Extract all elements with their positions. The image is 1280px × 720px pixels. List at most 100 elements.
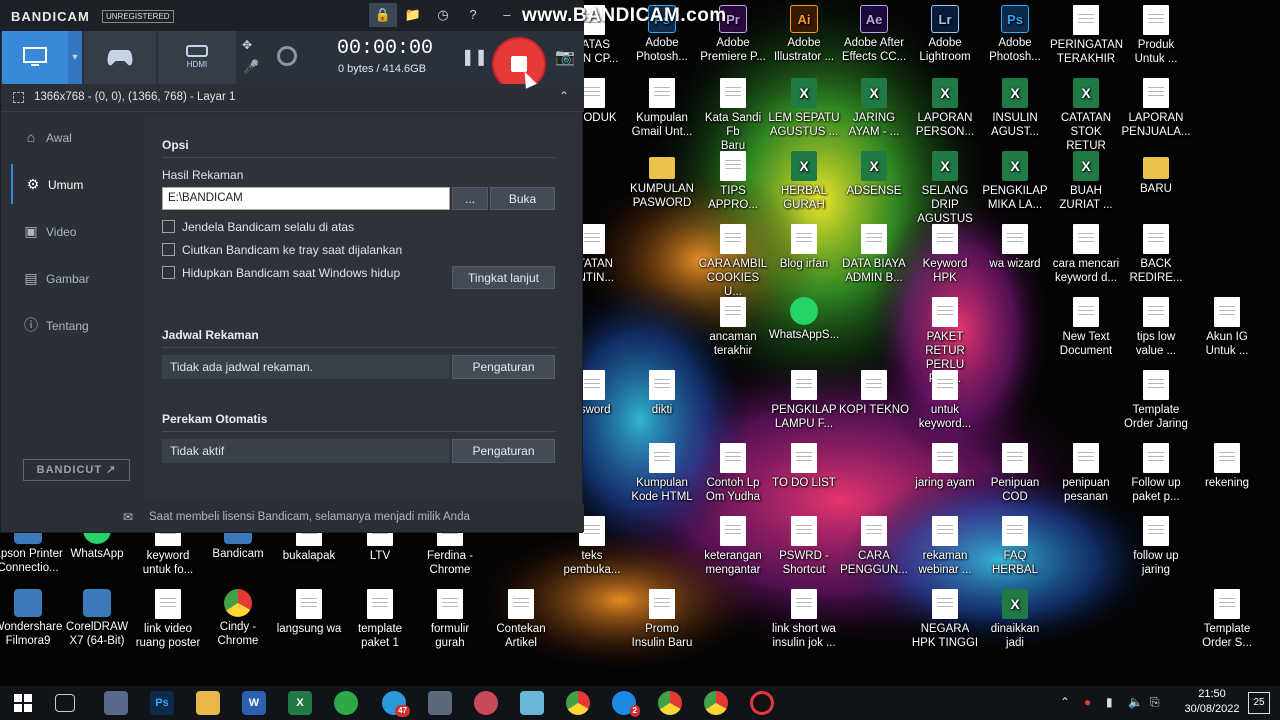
battery-icon[interactable]: ▮ bbox=[1106, 695, 1113, 709]
notification-center-button[interactable]: 25 bbox=[1248, 692, 1270, 714]
desktop-icon[interactable]: cara mencari keyword d... bbox=[1050, 224, 1122, 285]
mode-dropdown-button[interactable]: ▼ bbox=[68, 31, 82, 84]
word-taskbar-icon[interactable]: W bbox=[242, 691, 266, 715]
language-icon[interactable]: ⎘ bbox=[1150, 695, 1160, 710]
desktop-icon[interactable]: PSWRD - Shortcut bbox=[768, 516, 840, 577]
bandicam-taskbar-icon[interactable] bbox=[750, 691, 774, 715]
desktop-icon[interactable]: template paket 1 bbox=[344, 589, 416, 650]
hdmi-mode-button[interactable]: HDMI bbox=[158, 31, 236, 84]
bandicam-titlebar[interactable]: BANDICAM UNREGISTERED 🔒 📁 ◷ ? – bbox=[1, 1, 584, 31]
webcam-icon[interactable] bbox=[277, 46, 297, 66]
lock-icon[interactable]: 🔒 bbox=[369, 3, 397, 27]
desktop-icon[interactable]: LAPORAN PENJUALA... bbox=[1120, 78, 1192, 139]
desktop-icon[interactable]: WhatsAppS... bbox=[768, 297, 840, 342]
cursor-settings-icon[interactable]: ✥ bbox=[242, 38, 252, 52]
file-explorer-icon[interactable] bbox=[196, 691, 220, 715]
folder-icon[interactable]: 📁 bbox=[399, 3, 427, 27]
sidebar-item-gambar[interactable]: ▤ Gambar bbox=[11, 258, 143, 298]
desktop-icon[interactable]: formulir gurah bbox=[414, 589, 486, 650]
desktop-icon[interactable]: rekening bbox=[1191, 443, 1263, 490]
edge-browser-icon[interactable] bbox=[334, 691, 358, 715]
record-tray-icon[interactable]: ● bbox=[1084, 695, 1091, 709]
help-icon[interactable]: ? bbox=[459, 3, 487, 27]
schedule-settings-button[interactable]: Pengaturan bbox=[452, 355, 555, 379]
bandicut-button[interactable]: BANDICUT ↗ bbox=[23, 459, 130, 481]
desktop-icon[interactable]: jaring ayam bbox=[909, 443, 981, 490]
desktop-icon[interactable]: Kumpulan Gmail Unt... bbox=[626, 78, 698, 139]
desktop-icon[interactable]: keterangan mengantar bbox=[697, 516, 769, 577]
stop-record-button[interactable] bbox=[494, 39, 544, 89]
sidebar-item-awal[interactable]: ⌂ Awal bbox=[11, 117, 143, 157]
sidebar-item-video[interactable]: ▣ Video bbox=[11, 211, 143, 251]
desktop-icon[interactable]: Ps Adobe Photosh... bbox=[979, 5, 1051, 64]
desktop-icon[interactable]: Penipuan COD bbox=[979, 443, 1051, 504]
clock-icon[interactable]: ◷ bbox=[429, 3, 457, 27]
desktop-icon[interactable]: untuk keyword... bbox=[909, 370, 981, 431]
desktop-icon[interactable]: rekaman webinar ... bbox=[909, 516, 981, 577]
desktop-icon[interactable]: New Text Document bbox=[1050, 297, 1122, 358]
area-select-icon[interactable] bbox=[13, 92, 24, 103]
excel-taskbar-icon[interactable]: X bbox=[288, 691, 312, 715]
task-view-icon[interactable] bbox=[55, 694, 75, 712]
desktop-icon[interactable]: link video ruang poster bbox=[132, 589, 204, 650]
messenger-icon[interactable]: 2 bbox=[612, 691, 640, 717]
desktop-icon[interactable]: Xdinaikkan jadi bbox=[979, 589, 1051, 650]
desktop-icon[interactable]: Cindy - Chrome bbox=[202, 589, 274, 648]
microphone-icon[interactable]: 🎤 bbox=[243, 59, 259, 75]
desktop-icon[interactable]: CARA PENGGUN... bbox=[838, 516, 910, 577]
desktop-icon[interactable]: FAQ HERBAL bbox=[979, 516, 1051, 577]
desktop-icon[interactable]: Blog irfan bbox=[768, 224, 840, 271]
photoshop-taskbar-icon[interactable]: Ps bbox=[150, 691, 174, 715]
desktop-icon[interactable]: KUMPULAN PASWORD bbox=[626, 151, 698, 210]
always-on-top-checkbox[interactable]: Jendela Bandicam selalu di atas bbox=[162, 220, 354, 234]
advanced-button[interactable]: Tingkat lanjut bbox=[452, 266, 555, 289]
desktop-icon[interactable]: BARU bbox=[1120, 151, 1192, 196]
desktop-icon[interactable]: X BUAH ZURIAT ... bbox=[1050, 151, 1122, 212]
desktop-icon[interactable]: PENGKILAP LAMPU F... bbox=[768, 370, 840, 431]
desktop-icon[interactable]: Template Order Jaring bbox=[1120, 370, 1192, 431]
desktop-icon[interactable]: link short wa insulin jok ... bbox=[768, 589, 840, 650]
browse-button[interactable]: ... bbox=[452, 187, 488, 210]
desktop-icon[interactable]: wa wizard bbox=[979, 224, 1051, 271]
desktop-icon[interactable]: X LEM SEPATU AGUSTUS ... bbox=[768, 78, 840, 139]
notepad-icon[interactable] bbox=[520, 691, 544, 715]
desktop-icon[interactable]: NEGARA HPK TINGGI bbox=[909, 589, 981, 650]
desktop-icon[interactable]: Contoh Lp Om Yudha bbox=[697, 443, 769, 504]
desktop-icon[interactable]: KOPI TEKNO bbox=[838, 370, 910, 417]
desktop-icon[interactable]: Kumpulan Kode HTML bbox=[626, 443, 698, 504]
paint-app-icon[interactable] bbox=[474, 691, 498, 715]
desktop-icon[interactable]: X PENGKILAP MIKA LA... bbox=[979, 151, 1051, 212]
sidebar-item-umum[interactable]: ⚙ Umum bbox=[11, 164, 143, 204]
desktop-icon[interactable]: langsung wa bbox=[273, 589, 345, 636]
desktop-icon[interactable]: X ADSENSE bbox=[838, 151, 910, 198]
windows-start-button[interactable] bbox=[11, 691, 35, 715]
network-app-icon[interactable] bbox=[104, 691, 128, 715]
desktop-icon[interactable]: Produk Untuk ... bbox=[1120, 5, 1192, 66]
calculator-icon[interactable] bbox=[428, 691, 452, 715]
desktop-icon[interactable]: DATA BIAYA ADMIN B... bbox=[838, 224, 910, 285]
desktop-icon[interactable]: TO DO LIST bbox=[768, 443, 840, 490]
pause-button[interactable]: ❚❚ bbox=[461, 47, 488, 67]
open-folder-button[interactable]: Buka bbox=[490, 187, 555, 210]
desktop-icon[interactable]: Ai Adobe Illustrator ... bbox=[768, 5, 840, 64]
minimize-icon[interactable]: – bbox=[493, 3, 521, 27]
auto-record-settings-button[interactable]: Pengaturan bbox=[452, 439, 555, 463]
desktop-icon[interactable]: Ae Adobe After Effects CC... bbox=[838, 5, 910, 64]
screen-mode-button[interactable] bbox=[2, 31, 68, 84]
desktop-icon[interactable]: X HERBAL GURAH bbox=[768, 151, 840, 212]
desktop-icon[interactable]: Wondershare Filmora9 bbox=[0, 589, 64, 648]
sidebar-item-tentang[interactable]: ⓘ Tentang bbox=[11, 305, 143, 345]
chevron-up-icon[interactable]: ⌃ bbox=[559, 89, 569, 103]
desktop-icon[interactable]: Akun IG Untuk ... bbox=[1191, 297, 1263, 358]
desktop-icon[interactable]: PERINGATAN TERAKHIR bbox=[1050, 5, 1123, 66]
chrome-icon[interactable] bbox=[566, 691, 590, 715]
output-folder-input[interactable]: E:\BANDICAM bbox=[162, 187, 450, 210]
desktop-icon[interactable]: tips low value ... bbox=[1120, 297, 1192, 358]
desktop-icon[interactable]: Keyword HPK bbox=[909, 224, 981, 285]
game-mode-button[interactable] bbox=[84, 31, 156, 84]
desktop-icon[interactable]: follow up jaring bbox=[1120, 516, 1192, 577]
desktop-icon[interactable]: X LAPORAN PERSON... bbox=[909, 78, 981, 139]
license-message[interactable]: Saat membeli lisensi Bandicam, selamanya… bbox=[149, 511, 470, 523]
desktop-icon[interactable]: CorelDRAW X7 (64-Bit) bbox=[61, 589, 133, 648]
desktop-icon[interactable]: dikti bbox=[626, 370, 698, 417]
